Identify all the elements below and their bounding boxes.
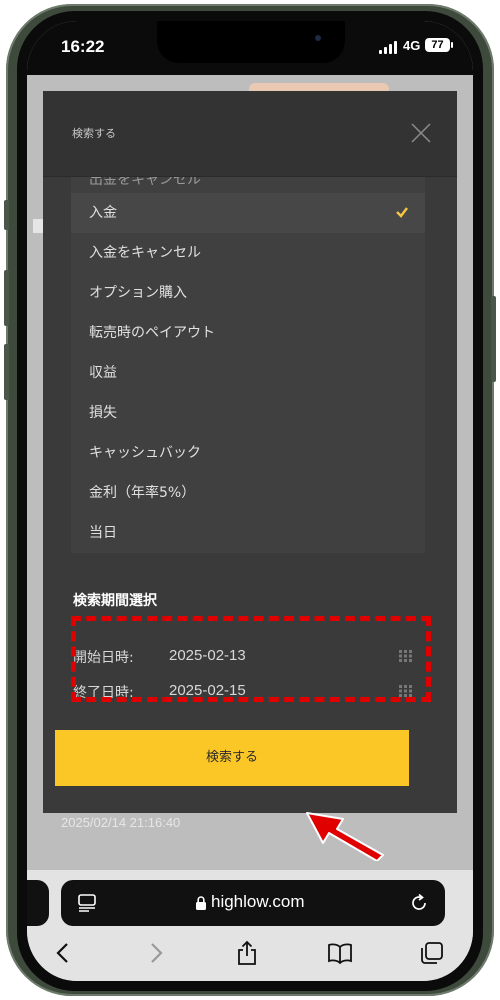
- forward-icon[interactable]: [142, 940, 168, 966]
- list-item[interactable]: 当日: [71, 513, 425, 553]
- share-icon[interactable]: [234, 940, 260, 966]
- tabs-overview-icon[interactable]: [419, 940, 445, 966]
- tabs-icon[interactable]: [77, 894, 97, 912]
- status-bar: 16:22 4G 77: [27, 21, 473, 75]
- modal-header: 検索する: [43, 91, 457, 177]
- modal-title: 検索する: [72, 127, 116, 140]
- volume-up-button: [4, 270, 9, 326]
- back-icon[interactable]: [51, 940, 77, 966]
- list-item-partial[interactable]: 出金をキャンセル: [89, 177, 201, 189]
- previous-tab-preview[interactable]: [27, 880, 49, 926]
- reload-icon[interactable]: [409, 893, 429, 913]
- list-item[interactable]: 損失: [71, 393, 425, 433]
- status-time: 16:22: [61, 37, 105, 56]
- url-text[interactable]: highlow.com: [211, 892, 305, 912]
- search-modal: 検索する 出金をキャンセル 入金 入金をキャンセル オプション購入 転売時のペイ…: [43, 91, 457, 813]
- dynamic-island: [157, 21, 345, 63]
- camera-icon: [315, 35, 321, 41]
- background-timestamp: 2025/02/14 21:16:40: [61, 815, 181, 830]
- action-button: [4, 200, 9, 230]
- screen: 16:22 4G 77 2025/02/14 21:16:40 検索する 出金を…: [27, 21, 473, 981]
- annotation-arrow: [306, 812, 384, 861]
- list-item-label: 金利（年率5%）: [89, 485, 196, 501]
- list-item-label: オプション購入: [89, 285, 187, 301]
- list-item-label: 転売時のペイアウト: [89, 325, 215, 341]
- list-item-label: 入金: [89, 205, 117, 221]
- period-section-title: 検索期間選択: [73, 593, 157, 609]
- volume-down-button: [4, 344, 9, 400]
- list-item[interactable]: 入金をキャンセル: [71, 233, 425, 273]
- safari-toolbar: highlow.com: [27, 870, 473, 981]
- list-item[interactable]: 収益: [71, 353, 425, 393]
- list-item-deposit[interactable]: 入金: [71, 193, 425, 233]
- bookmarks-icon[interactable]: [327, 940, 353, 966]
- list-item[interactable]: オプション購入: [71, 273, 425, 313]
- list-item[interactable]: キャッシュバック: [71, 433, 425, 473]
- battery-tip: [451, 42, 453, 48]
- annotation-dashed-box: [71, 616, 431, 702]
- search-button[interactable]: 検索する: [55, 730, 409, 786]
- battery-icon: 77: [425, 38, 450, 52]
- list-item[interactable]: 転売時のペイアウト: [71, 313, 425, 353]
- list-item[interactable]: 金利（年率5%）: [71, 473, 425, 513]
- network-type: 4G: [403, 38, 421, 53]
- power-button: [491, 296, 496, 382]
- lock-icon: [196, 896, 206, 910]
- transaction-type-list[interactable]: 出金をキャンセル 入金 入金をキャンセル オプション購入 転売時のペイアウト 収…: [71, 177, 425, 553]
- list-item-label: 当日: [89, 525, 117, 541]
- close-icon[interactable]: [409, 121, 433, 145]
- list-item-label: 損失: [89, 405, 117, 421]
- signal-icon: [379, 41, 397, 54]
- list-item-label: 入金をキャンセル: [89, 245, 201, 261]
- address-bar[interactable]: highlow.com: [61, 880, 445, 926]
- web-page: 2025/02/14 21:16:40 検索する 出金をキャンセル 入金 入金を…: [27, 75, 473, 870]
- list-item-label: 収益: [89, 365, 117, 381]
- list-item-label: キャッシュバック: [89, 445, 201, 461]
- check-icon: [396, 207, 408, 218]
